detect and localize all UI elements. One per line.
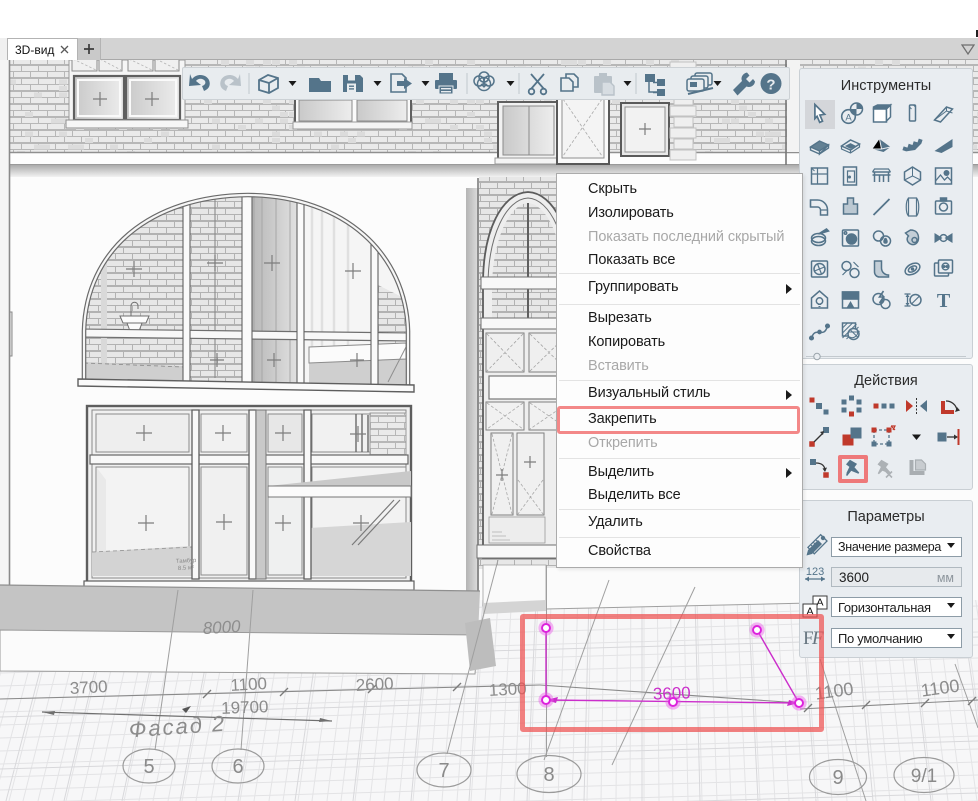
svg-text:А: А <box>816 597 823 609</box>
svg-text:123: 123 <box>806 566 824 578</box>
